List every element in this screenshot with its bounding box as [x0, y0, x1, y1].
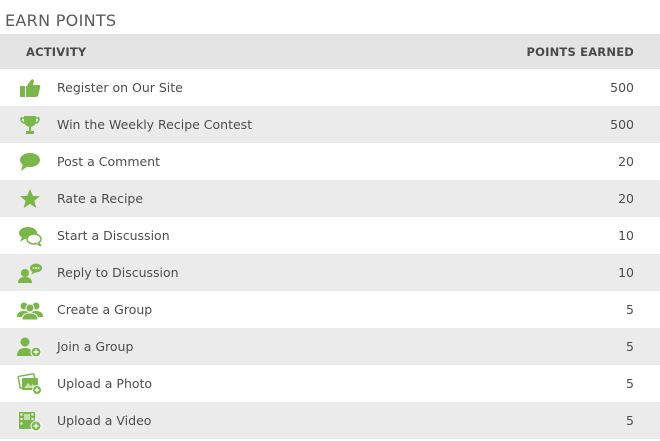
page-title: EARN POINTS	[5, 11, 117, 30]
table-row: Rate a Recipe 20	[0, 180, 660, 217]
points-value: 500	[610, 117, 634, 132]
activity-label: Win the Weekly Recipe Contest	[57, 117, 253, 132]
table-row: Upload a Video 5	[0, 402, 660, 439]
table-header: ACTIVITY POINTS EARNED	[0, 34, 660, 69]
points-table: ACTIVITY POINTS EARNED Register on Our S…	[0, 34, 660, 439]
points-value: 5	[626, 376, 634, 391]
table-row: Post a Comment 20	[0, 143, 660, 180]
points-value: 10	[618, 228, 634, 243]
table-row: Register on Our Site 500	[0, 69, 660, 106]
activity-label: Start a Discussion	[57, 228, 170, 243]
activity-label: Rate a Recipe	[57, 191, 144, 206]
activity-label: Post a Comment	[57, 154, 161, 169]
points-value: 20	[618, 191, 634, 206]
points-value: 5	[626, 339, 634, 354]
table-row: Reply to Discussion 10	[0, 254, 660, 291]
table-row: Create a Group 5	[0, 291, 660, 328]
star-icon	[17, 188, 43, 210]
activity-label: Join a Group	[57, 339, 134, 354]
table-row: Join a Group 5	[0, 328, 660, 365]
activity-label: Register on Our Site	[57, 80, 183, 95]
table-body: Register on Our Site 500 Win the Weekly …	[0, 69, 660, 439]
points-value: 20	[618, 154, 634, 169]
activity-label: Upload a Photo	[57, 376, 153, 391]
table-row: Start a Discussion 10	[0, 217, 660, 254]
join-user-icon	[17, 336, 43, 358]
points-column-header: POINTS EARNED	[526, 45, 634, 59]
points-value: 500	[610, 80, 634, 95]
points-value: 5	[626, 302, 634, 317]
speech-bubble-icon	[17, 151, 43, 173]
video-upload-icon	[17, 410, 43, 432]
table-row: Win the Weekly Recipe Contest 500	[0, 106, 660, 143]
activity-label: Create a Group	[57, 302, 153, 317]
discussion-bubbles-icon	[17, 225, 43, 247]
activity-label: Upload a Video	[57, 413, 152, 428]
activity-label: Reply to Discussion	[57, 265, 179, 280]
group-icon	[17, 299, 43, 321]
reply-user-icon	[17, 262, 43, 284]
photo-upload-icon	[17, 373, 43, 395]
thumbs-up-icon	[17, 77, 43, 99]
activity-column-header: ACTIVITY	[26, 45, 87, 59]
table-row: Upload a Photo 5	[0, 365, 660, 402]
trophy-icon	[17, 114, 43, 136]
points-value: 5	[626, 413, 634, 428]
points-value: 10	[618, 265, 634, 280]
